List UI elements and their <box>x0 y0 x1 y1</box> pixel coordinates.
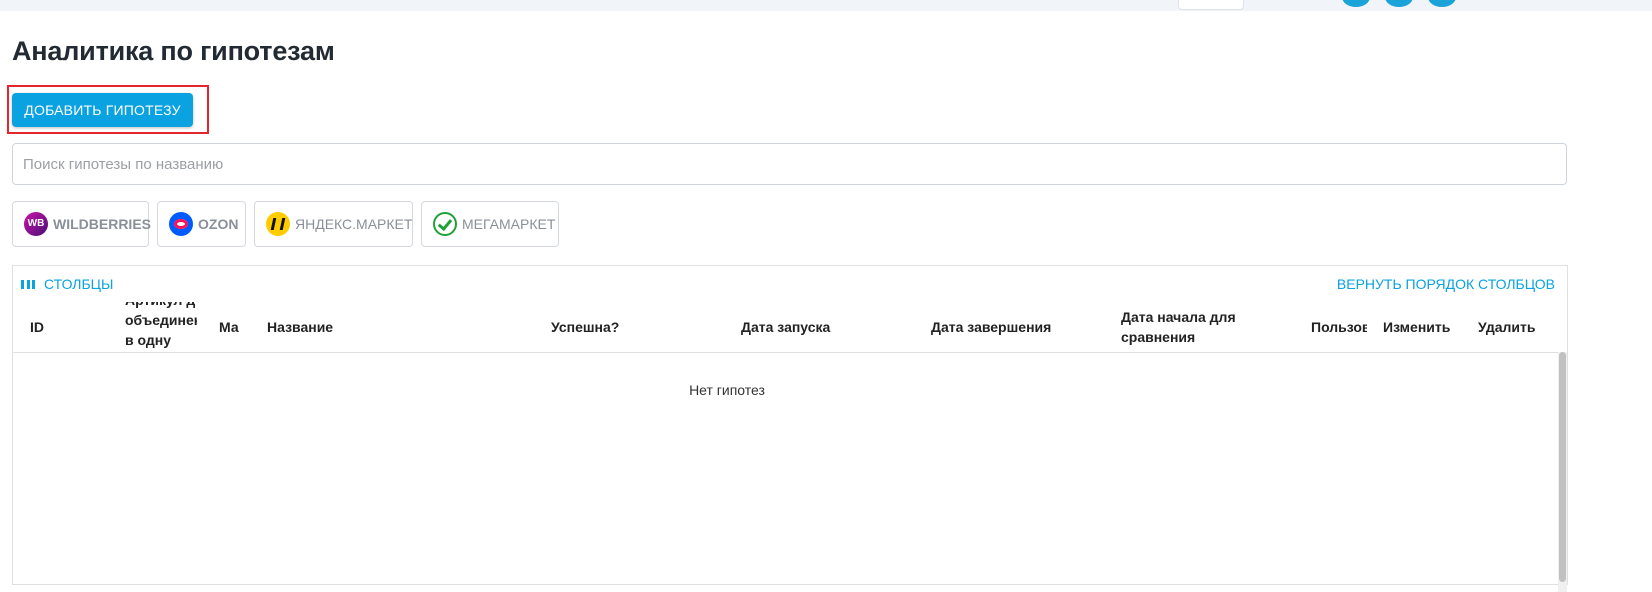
marketplace-filter-megamarket[interactable]: МЕГАМАРКЕТ <box>421 201 559 247</box>
column-header-name[interactable]: Название <box>267 302 467 352</box>
column-header-edit[interactable]: Изменить <box>1383 302 1463 352</box>
marketplace-label: OZON <box>198 216 239 232</box>
top-bar <box>0 0 1652 11</box>
columns-button-label: СТОЛБЦЫ <box>44 276 114 292</box>
empty-state-message: Нет гипотез <box>689 382 765 398</box>
column-header-comparison-start-date[interactable]: Дата начала для сравнения <box>1121 302 1251 352</box>
column-header-article-line: Артикул д <box>125 302 197 310</box>
column-header-marketplace[interactable]: Ма <box>219 302 241 352</box>
search-input[interactable] <box>12 143 1567 185</box>
columns-button[interactable]: СТОЛБЦЫ <box>21 276 113 292</box>
columns-icon <box>21 279 35 289</box>
column-header-article-line: в одну <box>125 332 171 348</box>
scrollbar-thumb[interactable] <box>1559 352 1566 582</box>
top-bar-avatar-icon[interactable] <box>1342 0 1370 7</box>
yandex-market-logo-icon <box>266 212 290 236</box>
megamarket-logo-icon <box>433 212 457 236</box>
marketplace-label: МЕГАМАРКЕТ <box>462 216 556 232</box>
table-header: ID Артикул д объединен в одну Ма Названи… <box>13 302 1567 353</box>
column-header-delete[interactable]: Удалить <box>1478 302 1548 352</box>
column-header-id[interactable]: ID <box>30 302 100 352</box>
marketplace-filter-yandex-market[interactable]: ЯНДЕКС.МАРКЕТ <box>254 201 413 247</box>
top-bar-avatar-icon[interactable] <box>1428 0 1456 7</box>
marketplace-filter-wildberries[interactable]: WB WILDBERRIES <box>12 201 151 247</box>
hypotheses-table: СТОЛБЦЫ ВЕРНУТЬ ПОРЯДОК СТОЛБЦОВ ID Арти… <box>12 265 1568 592</box>
table-scrollbar[interactable] <box>1558 352 1567 592</box>
marketplace-label: WILDBERRIES <box>53 216 151 232</box>
page-title: Аналитика по гипотезам <box>12 36 335 66</box>
marketplace-label: ЯНДЕКС.МАРКЕТ <box>295 216 413 232</box>
column-header-user[interactable]: Пользов <box>1311 302 1367 352</box>
table-toolbar: СТОЛБЦЫ ВЕРНУТЬ ПОРЯДОК СТОЛБЦОВ <box>13 266 1567 302</box>
column-header-launch-date[interactable]: Дата запуска <box>741 302 891 352</box>
reset-column-order-button[interactable]: ВЕРНУТЬ ПОРЯДОК СТОЛБЦОВ <box>1337 276 1555 292</box>
column-header-end-date[interactable]: Дата завершения <box>931 302 1081 352</box>
column-header-article[interactable]: Артикул д объединен в одну <box>125 302 197 352</box>
top-bar-avatar-icon[interactable] <box>1385 0 1413 7</box>
top-bar-selector[interactable] <box>1178 0 1244 10</box>
marketplace-filter-ozon[interactable]: OZON <box>157 201 246 247</box>
add-hypothesis-button[interactable]: ДОБАВИТЬ ГИПОТЕЗУ <box>12 93 193 127</box>
wildberries-logo-icon: WB <box>24 212 48 236</box>
column-header-article-line: объединен <box>125 312 197 328</box>
column-header-success[interactable]: Успешна? <box>551 302 701 352</box>
ozon-logo-icon <box>169 212 193 236</box>
